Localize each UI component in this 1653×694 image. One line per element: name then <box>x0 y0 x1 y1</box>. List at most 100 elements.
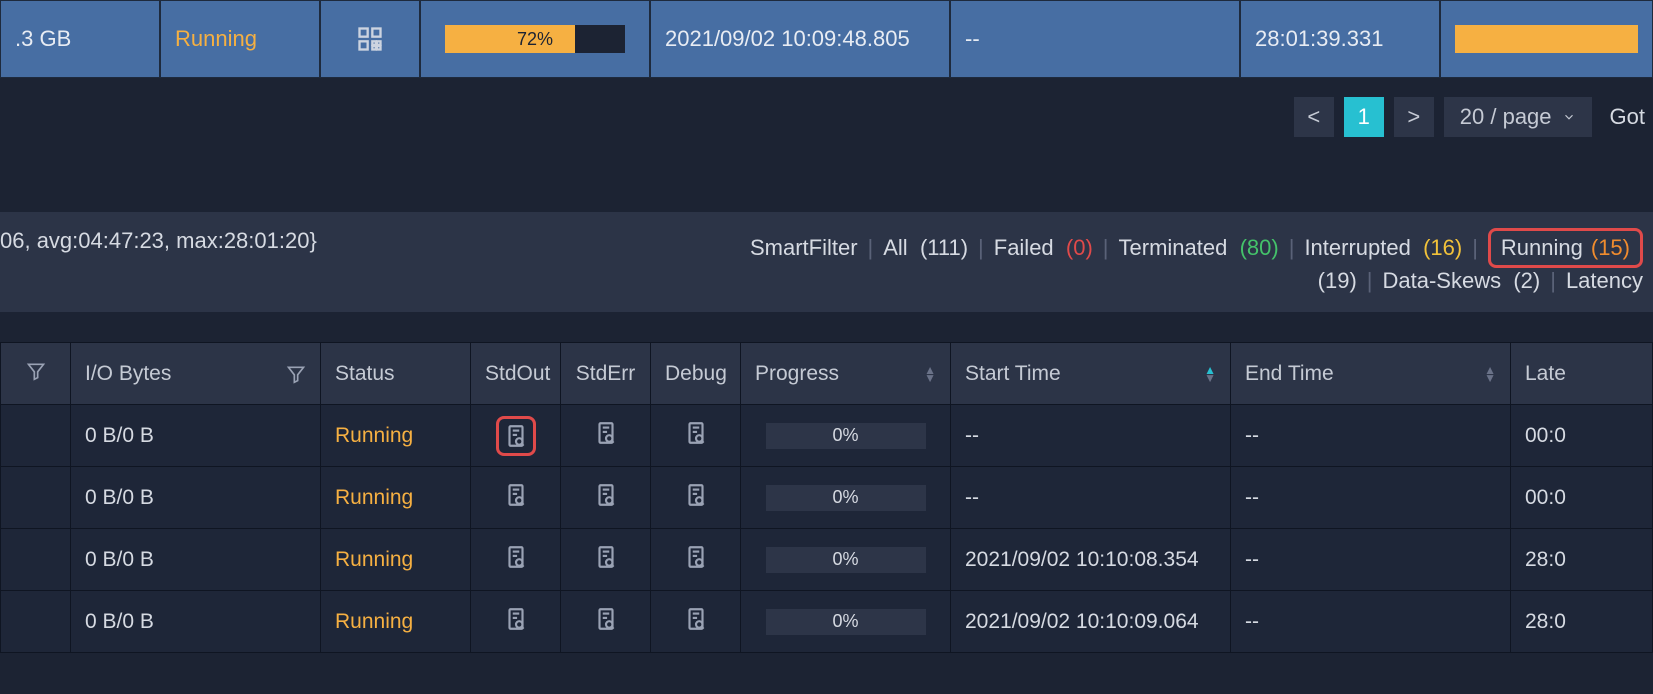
cell-progress: 0% <box>741 591 951 653</box>
cell-start: -- <box>951 405 1231 467</box>
table-row[interactable]: 0 B/0 BRunning0%2021/09/02 10:10:09.064-… <box>1 591 1653 653</box>
filter-extra-count[interactable]: (19) <box>1318 268 1357 294</box>
log-view-icon <box>593 544 619 570</box>
cell-debug[interactable] <box>651 529 741 591</box>
cell-debug[interactable] <box>651 405 741 467</box>
log-view-icon <box>503 606 529 632</box>
summary-size-cell: .3 GB <box>0 0 160 78</box>
filter-line-1: SmartFilter | All (111) | Failed (0) | T… <box>750 228 1643 268</box>
cell-end: -- <box>1231 529 1511 591</box>
log-view-icon <box>683 482 709 508</box>
cell-debug[interactable] <box>651 591 741 653</box>
cell-io: 0 B/0 B <box>71 591 321 653</box>
cell-debug[interactable] <box>651 467 741 529</box>
th-io-bytes[interactable]: I/O Bytes <box>71 343 321 405</box>
table-row[interactable]: 0 B/0 BRunning0%----00:0 <box>1 467 1653 529</box>
table-row[interactable]: 0 B/0 BRunning0%----00:0 <box>1 405 1653 467</box>
table-row[interactable]: 0 B/0 BRunning0%2021/09/02 10:10:08.354-… <box>1 529 1653 591</box>
table-header-row: I/O Bytes Status StdOut StdErr Debug Pro… <box>1 343 1653 405</box>
summary-start: 2021/09/02 10:09:48.805 <box>665 26 910 52</box>
filter-failed[interactable]: Failed (0) <box>994 235 1093 261</box>
chevron-left-icon: < <box>1307 104 1320 130</box>
log-view-icon <box>683 420 709 446</box>
th-start-time[interactable]: Start Time ▲▼ <box>951 343 1231 405</box>
progress-bar: 0% <box>766 609 926 635</box>
cell-latency: 28:0 <box>1511 529 1653 591</box>
summary-progress-cell: 72% <box>420 0 650 78</box>
filter-latency[interactable]: Latency <box>1566 268 1643 294</box>
log-view-icon <box>683 544 709 570</box>
summary-progress-pct: 72% <box>517 29 553 50</box>
filter-terminated[interactable]: Terminated (80) <box>1119 235 1279 261</box>
cell-end: -- <box>1231 405 1511 467</box>
cell-end: -- <box>1231 591 1511 653</box>
cell-stdout[interactable] <box>471 529 561 591</box>
qr-cell[interactable] <box>320 0 420 78</box>
goto-label: Got <box>1602 104 1645 130</box>
progress-bar: 0% <box>766 423 926 449</box>
summary-size: .3 GB <box>15 26 71 52</box>
summary-bar-end-cell <box>1440 0 1653 78</box>
cell-leading <box>1 529 71 591</box>
page-prev-button[interactable]: < <box>1294 97 1334 137</box>
cell-status: Running <box>321 529 471 591</box>
cell-io: 0 B/0 B <box>71 529 321 591</box>
chevron-right-icon: > <box>1407 104 1420 130</box>
cell-leading <box>1 467 71 529</box>
cell-status: Running <box>321 591 471 653</box>
summary-duration: 28:01:39.331 <box>1255 26 1383 52</box>
th-stderr[interactable]: StdErr <box>561 343 651 405</box>
qr-icon <box>356 25 384 53</box>
cell-stderr[interactable] <box>561 467 651 529</box>
filter-running-highlight[interactable]: Running (15) <box>1488 228 1643 268</box>
cell-stderr[interactable] <box>561 529 651 591</box>
cell-leading <box>1 405 71 467</box>
sort-icon: ▲▼ <box>924 366 936 382</box>
th-filter-leading[interactable] <box>1 343 71 405</box>
log-view-icon <box>503 544 529 570</box>
status-badge: Running <box>335 486 413 509</box>
log-view-icon <box>593 482 619 508</box>
summary-bar-end <box>1455 25 1638 53</box>
pagination-bar: < 1 > 20 / page Got <box>0 78 1653 156</box>
cell-latency: 00:0 <box>1511 467 1653 529</box>
filter-interrupted[interactable]: Interrupted (16) <box>1304 235 1462 261</box>
task-table: I/O Bytes Status StdOut StdErr Debug Pro… <box>0 342 1653 653</box>
filter-line-2: (19) | Data-Skews (2) | Latency <box>1318 268 1643 294</box>
th-status[interactable]: Status <box>321 343 471 405</box>
cell-stdout[interactable] <box>471 467 561 529</box>
page-current-button[interactable]: 1 <box>1344 97 1384 137</box>
log-view-icon <box>593 606 619 632</box>
cell-progress: 0% <box>741 529 951 591</box>
summary-end-cell: -- <box>950 0 1240 78</box>
th-end-time[interactable]: End Time ▲▼ <box>1231 343 1511 405</box>
separator: | <box>1367 268 1373 294</box>
cell-end: -- <box>1231 467 1511 529</box>
filter-icon <box>286 364 306 384</box>
cell-start: -- <box>951 467 1231 529</box>
summary-end: -- <box>965 26 980 52</box>
cell-stderr[interactable] <box>561 405 651 467</box>
cell-io: 0 B/0 B <box>71 405 321 467</box>
cell-status: Running <box>321 405 471 467</box>
cell-leading <box>1 591 71 653</box>
stats-text: 06, avg:04:47:23, max:28:01:20} <box>0 228 317 254</box>
th-latency[interactable]: Late <box>1511 343 1653 405</box>
th-stdout[interactable]: StdOut <box>471 343 561 405</box>
spacer <box>0 156 1653 212</box>
chevron-down-icon <box>1562 110 1576 124</box>
page-next-button[interactable]: > <box>1394 97 1434 137</box>
filter-all[interactable]: All (111) <box>883 235 968 261</box>
cell-io: 0 B/0 B <box>71 467 321 529</box>
cell-stderr[interactable] <box>561 591 651 653</box>
th-progress[interactable]: Progress ▲▼ <box>741 343 951 405</box>
smartfilter-label[interactable]: SmartFilter <box>750 235 858 261</box>
filter-data-skews[interactable]: Data-Skews (2) <box>1383 268 1541 294</box>
cell-stdout[interactable] <box>471 591 561 653</box>
status-badge: Running <box>335 548 413 571</box>
progress-bar: 0% <box>766 547 926 573</box>
page-size-select[interactable]: 20 / page <box>1444 97 1592 137</box>
cell-latency: 00:0 <box>1511 405 1653 467</box>
th-debug[interactable]: Debug <box>651 343 741 405</box>
cell-stdout[interactable] <box>471 405 561 467</box>
